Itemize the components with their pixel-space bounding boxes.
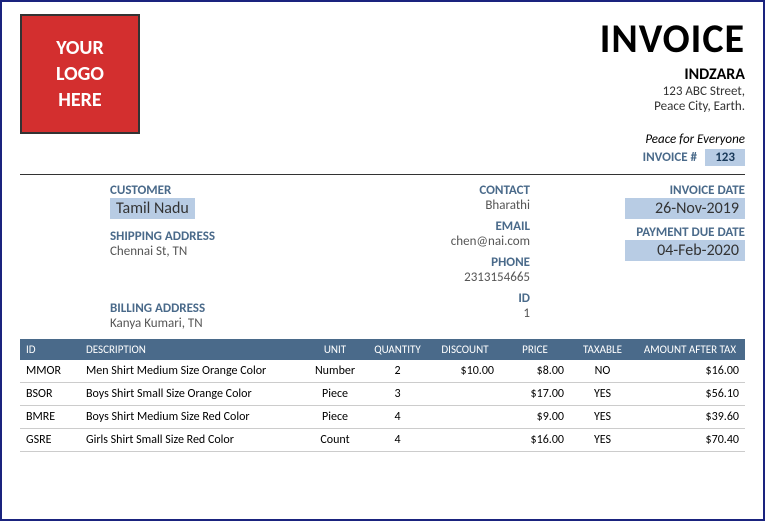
phone-value: 2313154665 [303,270,531,285]
logo-line1: YOUR [56,35,103,61]
cell-amt: $56.10 [635,383,745,406]
header: YOUR LOGO HERE INVOICE INDZARA 123 ABC S… [20,14,745,175]
cell-price: $9.00 [500,406,570,429]
table-row: GSREGirls Shirt Small Size Red ColorCoun… [20,429,745,452]
cell-id: MMOR [20,360,80,383]
th-amt: AMOUNT AFTER TAX [635,339,745,360]
invoice-title: INVOICE [600,14,745,63]
customer-label: CUSTOMER [110,183,303,198]
cell-qty: 4 [365,429,430,452]
table-row: MMORMen Shirt Medium Size Orange ColorNu… [20,360,745,383]
invoice-date: 26-Nov-2019 [625,198,745,219]
due-date: 04-Feb-2020 [625,240,745,261]
cell-id: BSOR [20,383,80,406]
company-addr1: 123 ABC Street, [600,84,745,99]
cell-qty: 4 [365,406,430,429]
id-value: 1 [303,306,531,321]
cell-qty: 3 [365,383,430,406]
cell-desc: Men Shirt Medium Size Orange Color [80,360,305,383]
invoice-number-label: INVOICE # [643,150,697,165]
info-section: CUSTOMER Tamil Nadu SHIPPING ADDRESS Che… [110,183,745,331]
cell-price: $16.00 [500,429,570,452]
email-label: EMAIL [303,219,531,234]
logo-placeholder: YOUR LOGO HERE [20,14,140,134]
cell-disc: $10.00 [430,360,500,383]
th-unit: UNIT [305,339,365,360]
cell-desc: Boys Shirt Medium Size Red Color [80,406,305,429]
cell-id: GSRE [20,429,80,452]
company-block: INVOICE INDZARA 123 ABC Street, Peace Ci… [600,14,745,166]
contact-name: Bharathi [303,198,531,213]
invoice-page: YOUR LOGO HERE INVOICE INDZARA 123 ABC S… [0,0,765,521]
th-tax: TAXABLE [570,339,635,360]
id-label: ID [303,291,531,306]
billing-address: Kanya Kumari, TN [110,316,303,331]
table-header-row: ID DESCRIPTION UNIT QUANTITY DISCOUNT PR… [20,339,745,360]
cell-disc [430,383,500,406]
table-body: MMORMen Shirt Medium Size Orange ColorNu… [20,360,745,452]
table-row: BSORBoys Shirt Small Size Orange ColorPi… [20,383,745,406]
cell-price: $8.00 [500,360,570,383]
invoice-date-label: INVOICE DATE [570,183,745,198]
billing-label: BILLING ADDRESS [110,301,303,316]
th-price: PRICE [500,339,570,360]
cell-amt: $39.60 [635,406,745,429]
th-id: ID [20,339,80,360]
cell-amt: $70.40 [635,429,745,452]
line-items-table: ID DESCRIPTION UNIT QUANTITY DISCOUNT PR… [20,339,745,452]
cell-unit: Piece [305,383,365,406]
th-desc: DESCRIPTION [80,339,305,360]
invoice-number-row: INVOICE # 123 [600,149,745,166]
company-name: INDZARA [600,65,745,84]
cell-unit: Count [305,429,365,452]
cell-disc [430,406,500,429]
cell-unit: Number [305,360,365,383]
customer-column: CUSTOMER Tamil Nadu SHIPPING ADDRESS Che… [110,183,303,331]
due-date-label: PAYMENT DUE DATE [570,225,745,240]
cell-unit: Piece [305,406,365,429]
tagline: Peace for Everyone [600,132,745,147]
cell-desc: Girls Shirt Small Size Red Color [80,429,305,452]
cell-tax: YES [570,406,635,429]
company-addr2: Peace City, Earth. [600,99,745,114]
cell-qty: 2 [365,360,430,383]
logo-line3: HERE [58,87,101,113]
cell-tax: NO [570,360,635,383]
th-qty: QUANTITY [365,339,430,360]
table-row: BMREBoys Shirt Medium Size Red ColorPiec… [20,406,745,429]
phone-label: PHONE [303,255,531,270]
cell-desc: Boys Shirt Small Size Orange Color [80,383,305,406]
cell-id: BMRE [20,406,80,429]
shipping-address: Chennai St, TN [110,244,303,259]
cell-price: $17.00 [500,383,570,406]
th-disc: DISCOUNT [430,339,500,360]
email-value: chen@nai.com [303,234,531,249]
shipping-label: SHIPPING ADDRESS [110,229,303,244]
logo-line2: LOGO [56,61,104,87]
customer-name: Tamil Nadu [110,198,195,219]
invoice-number-value: 123 [705,149,745,166]
cell-tax: YES [570,429,635,452]
cell-tax: YES [570,383,635,406]
dates-column: INVOICE DATE 26-Nov-2019 PAYMENT DUE DAT… [570,183,745,331]
cell-amt: $16.00 [635,360,745,383]
contact-label: CONTACT [303,183,531,198]
contact-column: CONTACT Bharathi EMAIL chen@nai.com PHON… [303,183,571,331]
cell-disc [430,429,500,452]
